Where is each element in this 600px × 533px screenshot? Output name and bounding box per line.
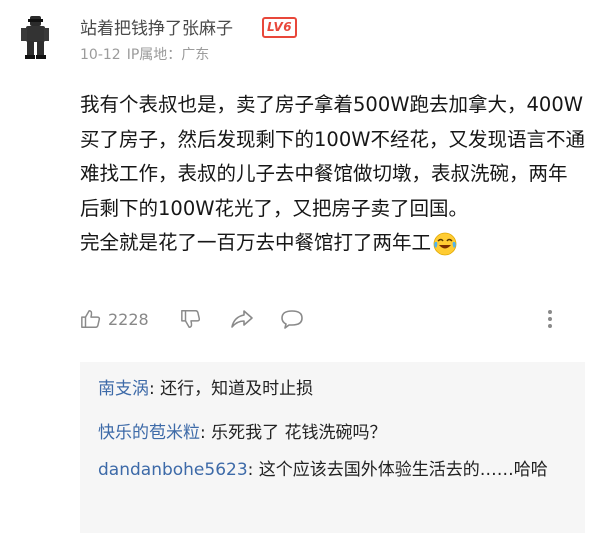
dislike-button[interactable] (180, 304, 202, 334)
thumbs-down-icon (180, 308, 202, 330)
comment-actions: 2228 (80, 304, 580, 334)
like-button[interactable]: 2228 (80, 304, 149, 334)
comment-paragraph-text: 完全就是花了一百万去中餐馆打了两年工 (80, 231, 432, 254)
more-options-button[interactable] (546, 304, 554, 334)
comment-meta: 10-12 IP属地：广东 (80, 44, 215, 64)
reply-author[interactable]: dandanbohe5623 (98, 460, 248, 480)
share-button[interactable] (230, 304, 254, 334)
ip-location: IP属地：广东 (126, 47, 210, 63)
reply-author[interactable]: 快乐的苞米粒 (98, 423, 200, 443)
comment-body: 我有个表叔也是，卖了房子拿着500W跑去加拿大，400W买了房子，然后发现剩下的… (80, 88, 585, 261)
reply-text: 乐死我了 花钱洗碗吗？ (211, 423, 387, 443)
comment-paragraph: 完全就是花了一百万去中餐馆打了两年工 (80, 226, 585, 261)
comment-date: 10-12 (80, 47, 121, 63)
reply-item[interactable]: 快乐的苞米粒: 乐死我了 花钱洗碗吗？ (98, 417, 568, 450)
level-badge: LV6 (262, 17, 298, 38)
reply-text: 还行，知道及时止损 (160, 379, 314, 399)
reply-item[interactable]: dandanbohe5623: 这个应该去国外体验生活去的……哈哈 (98, 454, 568, 487)
reply-separator: : (247, 460, 259, 480)
like-count: 2228 (108, 309, 149, 329)
share-arrow-icon (230, 308, 254, 330)
username[interactable]: 站着把钱挣了张麻子 (80, 14, 233, 39)
comment-paragraph: 我有个表叔也是，卖了房子拿着500W跑去加拿大，400W买了房子，然后发现剩下的… (80, 93, 586, 220)
reply-button[interactable] (280, 304, 304, 334)
laughing-tears-emoji-icon (433, 232, 457, 256)
more-vertical-icon (546, 308, 554, 330)
reply-author[interactable]: 南支涡 (98, 379, 149, 399)
replies-panel: 南支涡: 还行，知道及时止损 快乐的苞米粒: 乐死我了 花钱洗碗吗？ danda… (80, 362, 585, 533)
reply-separator: : (200, 423, 212, 443)
thumbs-up-icon (80, 308, 102, 330)
comment-bubble-icon (280, 308, 304, 330)
reply-item[interactable]: 南支涡: 还行，知道及时止损 (98, 373, 568, 406)
avatar[interactable] (18, 14, 52, 62)
reply-text: 这个应该去国外体验生活去的……哈哈 (258, 460, 548, 480)
reply-separator: : (149, 379, 161, 399)
